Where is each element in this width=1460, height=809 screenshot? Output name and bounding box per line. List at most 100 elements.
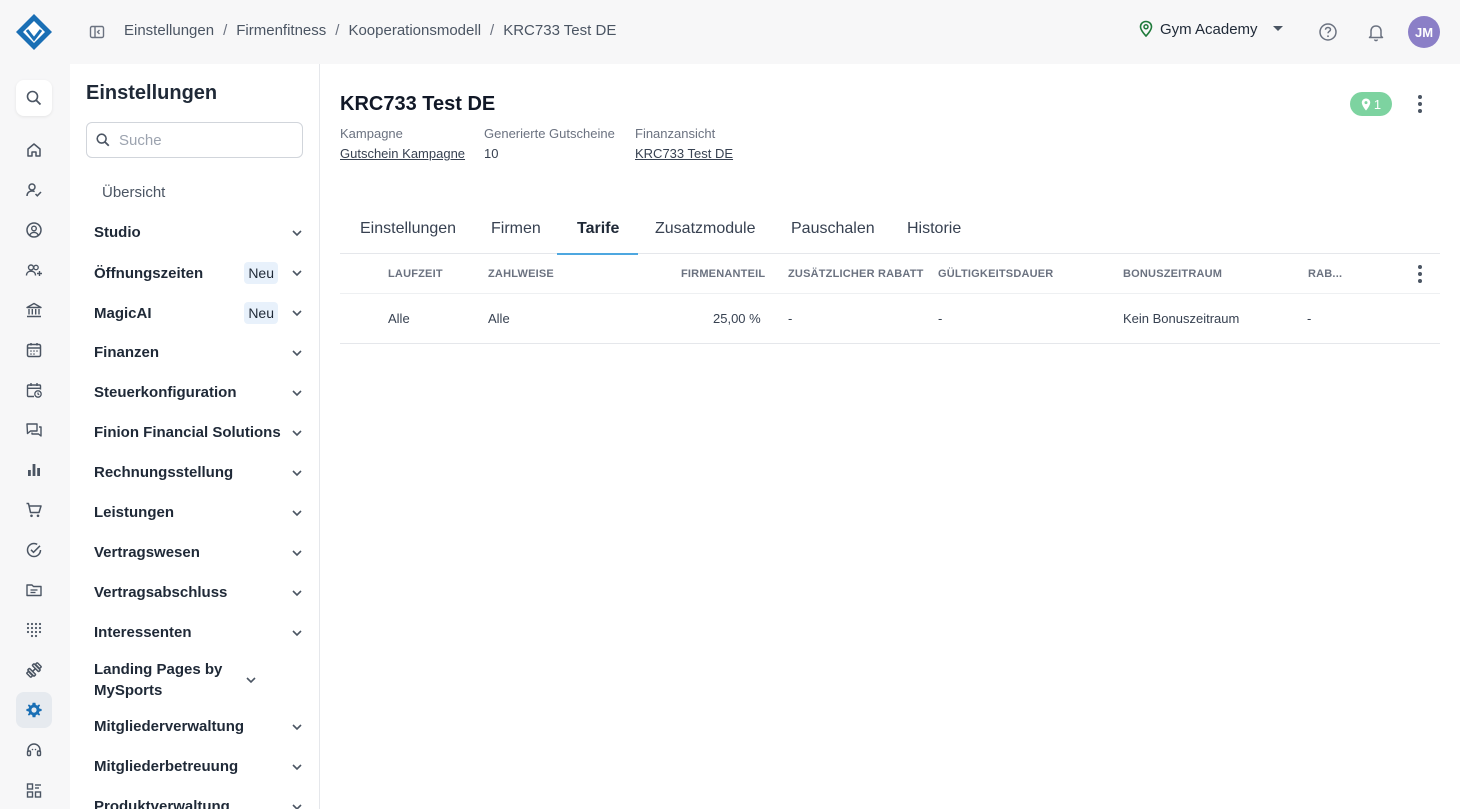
rail-shop[interactable] xyxy=(16,492,52,528)
location-count-badge[interactable]: 1 xyxy=(1350,92,1392,116)
rail-leads[interactable] xyxy=(16,252,52,288)
table-cell: Alle xyxy=(388,311,410,326)
sidebar-item-label: Produktverwaltung xyxy=(94,798,230,809)
location-count: 1 xyxy=(1373,96,1382,112)
chevron-down-icon xyxy=(292,763,302,770)
tab-flat-rates[interactable]: Pauschalen xyxy=(791,204,875,254)
rail-support[interactable] xyxy=(16,732,52,768)
sidebar-item-label: Vertragswesen xyxy=(94,544,200,561)
search-input[interactable] xyxy=(119,131,289,149)
icon-rail xyxy=(0,64,70,809)
sidebar-item-leads[interactable]: Interessenten xyxy=(94,622,304,643)
chevron-down-icon xyxy=(292,509,302,516)
sidebar-item-finion[interactable]: Finion Financial Solutions xyxy=(94,422,304,443)
sidebar-item-studio[interactable]: Studio xyxy=(94,222,304,243)
rail-calendar[interactable] xyxy=(16,332,52,368)
sidebar-item-label: Landing Pages by MySports xyxy=(94,661,223,699)
campaign-link[interactable]: Gutschein Kampagne xyxy=(340,146,465,161)
sidebar-item-label: Öffnungszeiten xyxy=(94,264,204,282)
app-logo-icon[interactable] xyxy=(14,12,54,52)
sidebar-item-label: Mitgliederbetreuung xyxy=(94,758,239,775)
settings-search[interactable] xyxy=(86,122,303,158)
new-badge: Neu xyxy=(244,262,278,284)
rail-search[interactable] xyxy=(16,80,52,116)
finance-view-link[interactable]: KRC733 Test DE xyxy=(635,146,733,161)
studio-selector[interactable]: Gym Academy xyxy=(1138,20,1290,38)
sidebar-item-landing-pages[interactable]: Landing Pages by MySports xyxy=(94,659,304,701)
breadcrumb-item[interactable]: Firmenfitness xyxy=(236,22,326,39)
bar-chart-icon xyxy=(28,464,40,476)
rail-messages[interactable] xyxy=(16,412,52,448)
avatar[interactable]: JM xyxy=(1408,16,1440,48)
sidebar-item-contract-conclusion[interactable]: Vertragsabschluss xyxy=(94,582,304,603)
table-cell: Kein Bonuszeitraum xyxy=(1123,311,1240,326)
new-badge: Neu xyxy=(244,302,278,324)
sidebar-item-opening-hours[interactable]: Öffnungszeiten Neu xyxy=(94,262,304,284)
bell-icon[interactable] xyxy=(1365,21,1387,43)
gear-icon xyxy=(26,702,42,718)
tab-settings[interactable]: Einstellungen xyxy=(360,204,456,254)
sidebar-item-finance[interactable]: Finanzen xyxy=(94,342,304,363)
column-options-icon[interactable] xyxy=(1410,262,1430,286)
rail-more[interactable] xyxy=(16,772,52,808)
sidebar-item-invoicing[interactable]: Rechnungsstellung xyxy=(94,462,304,483)
rail-tasks[interactable] xyxy=(16,532,52,568)
column-header[interactable]: Zahlweise xyxy=(488,268,554,280)
sidebar-item-label: MagicAI xyxy=(94,304,152,322)
search-icon xyxy=(26,90,42,106)
calendar-icon xyxy=(26,343,42,358)
chevron-down-icon xyxy=(292,803,302,809)
sidebar-item-magicai[interactable]: MagicAI Neu xyxy=(94,302,304,324)
rail-analytics[interactable] xyxy=(16,452,52,488)
tab-tariffs[interactable]: Tarife xyxy=(556,204,639,255)
more-vertical-icon[interactable] xyxy=(1410,92,1430,116)
rail-finance[interactable] xyxy=(16,292,52,328)
tab-history[interactable]: Historie xyxy=(907,204,961,254)
column-header[interactable]: Laufzeit xyxy=(388,268,443,280)
chevron-down-icon xyxy=(292,349,302,356)
check-circle-icon xyxy=(26,542,42,558)
sidebar-item-tax-config[interactable]: Steuerkonfiguration xyxy=(94,382,304,403)
headset-icon xyxy=(26,743,42,757)
column-header[interactable]: Bonuszeitraum xyxy=(1123,268,1222,280)
column-header[interactable]: Firmenanteil xyxy=(681,268,765,280)
rail-checkin[interactable] xyxy=(16,172,52,208)
rail-documents[interactable] xyxy=(16,572,52,608)
column-header[interactable]: Zusätzlicher Rabatt xyxy=(788,268,924,280)
sidebar-item-member-care[interactable]: Mitgliederbetreuung xyxy=(94,756,304,777)
search-icon xyxy=(96,133,110,147)
chevron-down-icon xyxy=(292,629,302,636)
help-icon[interactable] xyxy=(1317,21,1339,43)
tab-companies[interactable]: Firmen xyxy=(491,204,541,254)
studio-name: Gym Academy xyxy=(1160,20,1258,38)
bank-icon xyxy=(26,302,42,318)
table-row[interactable]: Alle Alle 25,00 % - - Kein Bonuszeitraum… xyxy=(340,294,1440,344)
sidebar-overview-link[interactable]: Übersicht xyxy=(102,184,165,201)
breadcrumb-current: KRC733 Test DE xyxy=(503,22,617,39)
table-cell: - xyxy=(788,311,793,326)
sidebar-item-label: Leistungen xyxy=(94,504,175,521)
user-plus-icon xyxy=(25,264,42,276)
sidebar-item-member-management[interactable]: Mitgliederverwaltung xyxy=(94,716,304,737)
sidebar-item-services[interactable]: Leistungen xyxy=(94,502,304,523)
column-header[interactable]: Gültigkeitsdauer xyxy=(938,268,1053,280)
tab-addons[interactable]: Zusatzmodule xyxy=(655,204,756,254)
meta-value: 10 xyxy=(484,146,499,161)
rail-apps[interactable] xyxy=(16,612,52,648)
page-title: KRC733 Test DE xyxy=(340,93,496,115)
tariffs-table: Laufzeit Zahlweise Firmenanteil Zusätzli… xyxy=(340,254,1440,344)
chevron-down-icon xyxy=(292,723,302,730)
sidebar-item-contracts[interactable]: Vertragswesen xyxy=(94,542,304,563)
panel-toggle-icon[interactable] xyxy=(88,23,106,41)
rail-training[interactable] xyxy=(16,652,52,688)
chevron-down-icon xyxy=(292,589,302,596)
tab-bar: Einstellungen Firmen Tarife Zusatzmodule… xyxy=(340,204,1440,255)
breadcrumb-item[interactable]: Kooperationsmodell xyxy=(348,22,481,39)
rail-settings[interactable] xyxy=(16,692,52,728)
column-header[interactable]: Rab... xyxy=(1308,268,1342,280)
breadcrumb-item[interactable]: Einstellungen xyxy=(124,22,214,39)
rail-members[interactable] xyxy=(16,212,52,248)
sidebar-item-product-management[interactable]: Produktverwaltung xyxy=(94,796,304,809)
rail-home[interactable] xyxy=(16,132,52,168)
rail-schedule[interactable] xyxy=(16,372,52,408)
